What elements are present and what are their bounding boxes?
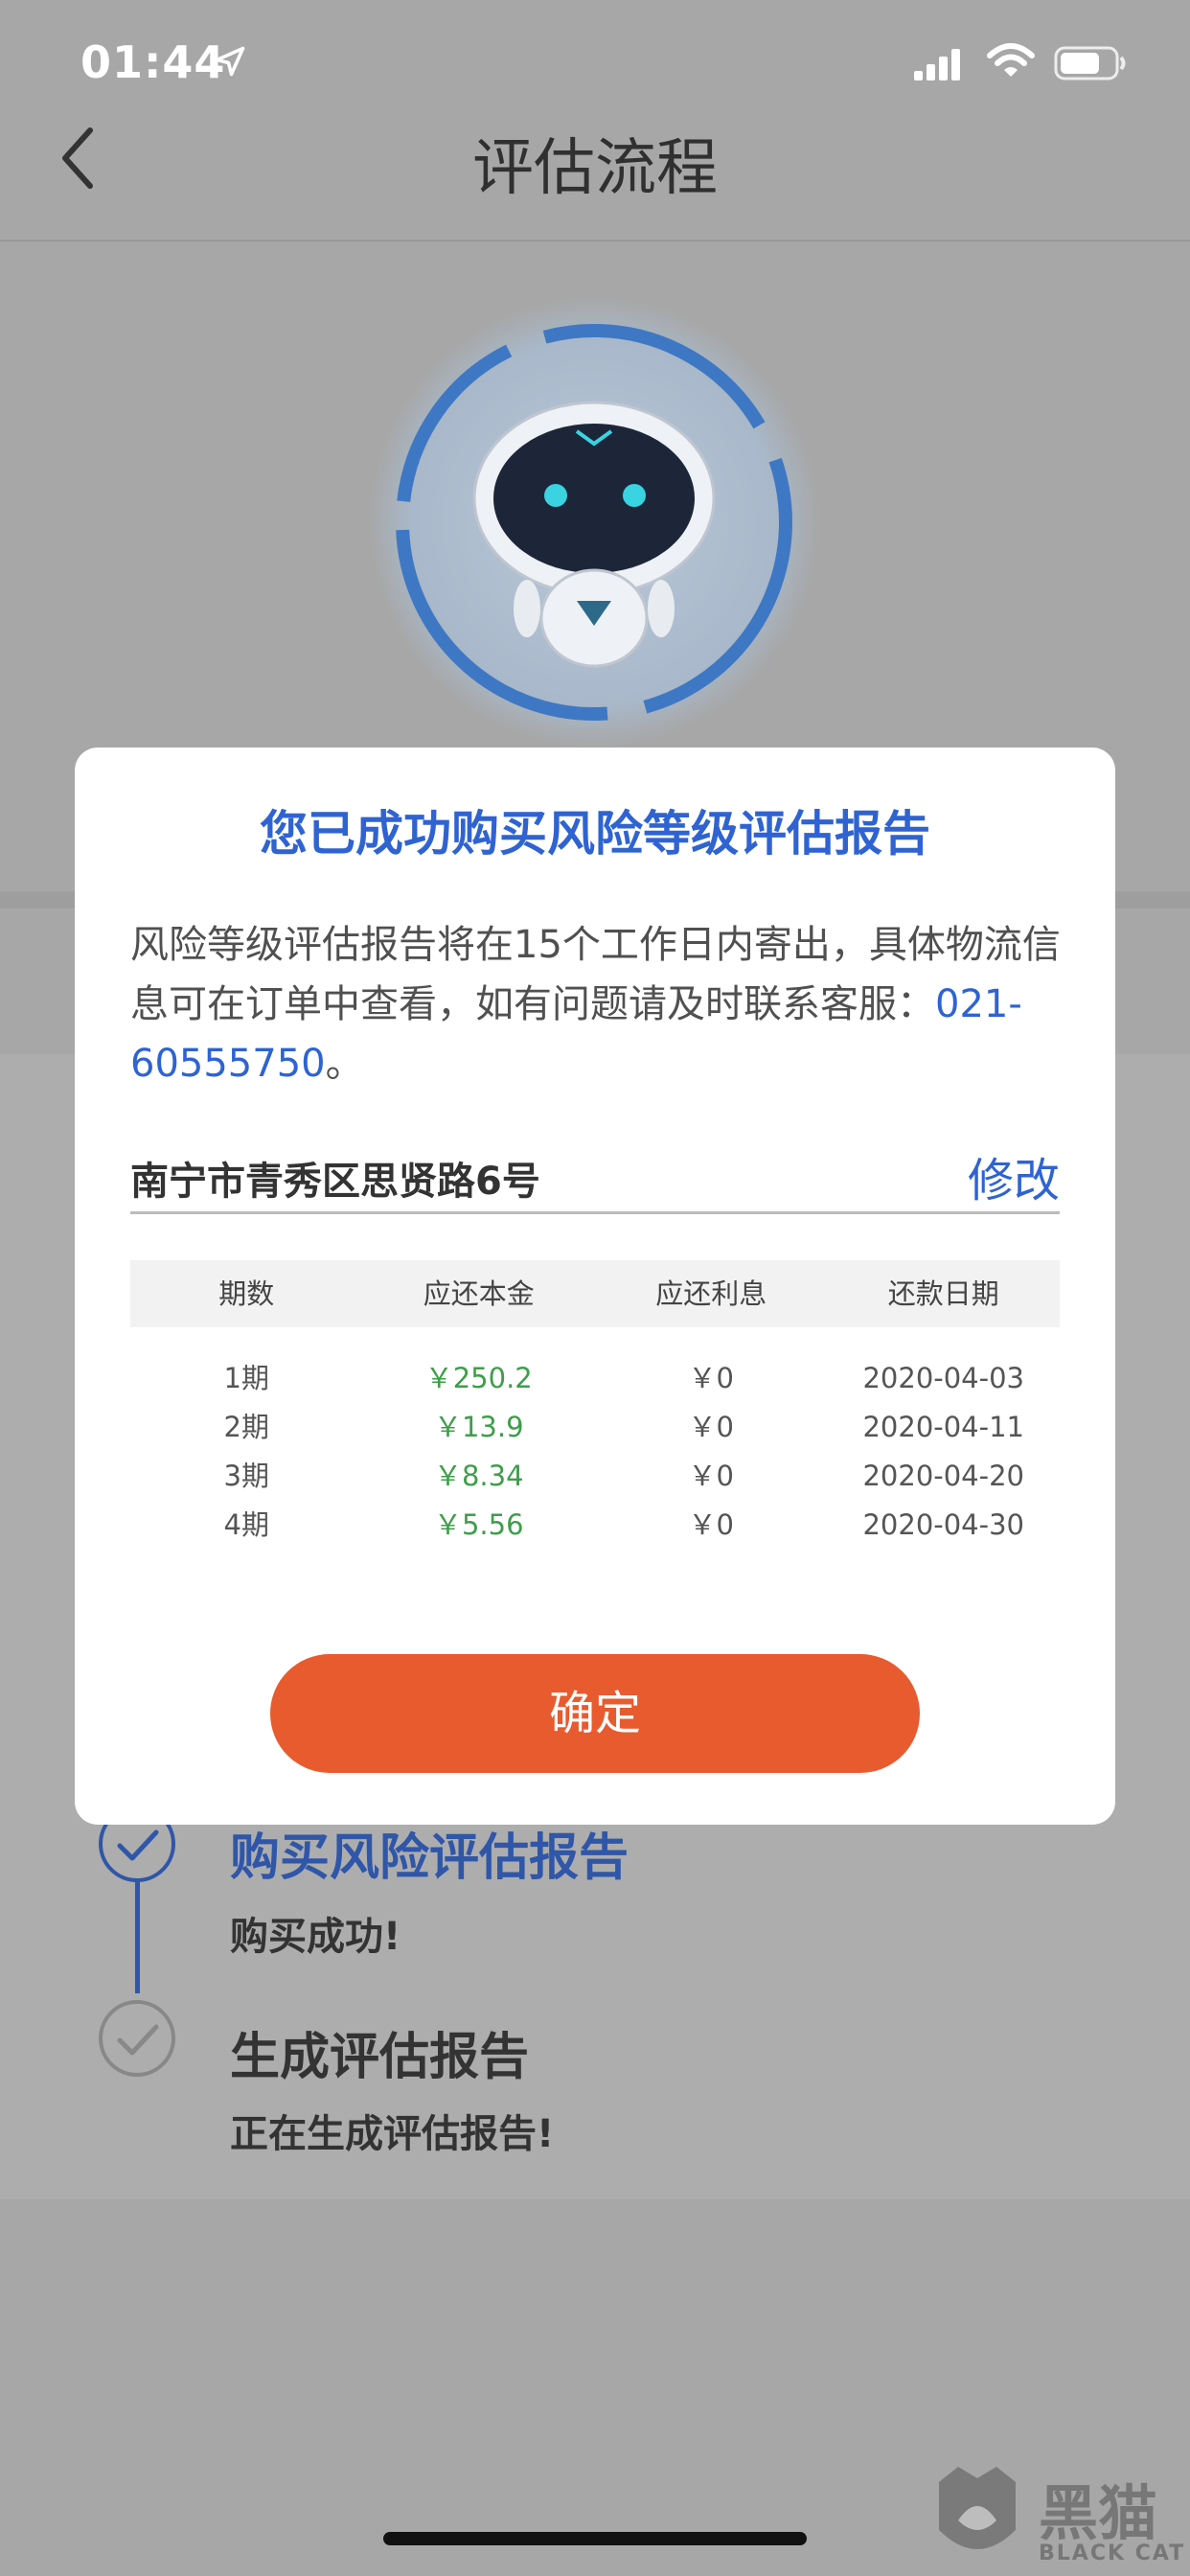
cellular-signal-icon bbox=[914, 49, 960, 80]
table-body: 1期 ￥250.2 ￥0 2020-04-03 2期 ￥13.9 ￥0 2020… bbox=[130, 1327, 1060, 1550]
dialog-title: 您已成功购买风险等级评估报告 bbox=[260, 806, 930, 862]
column-header: 应还本金 bbox=[423, 1277, 535, 1310]
repayment-table: 期数 应还本金 应还利息 还款日期 1期 ￥250.2 ￥0 2020-04-0… bbox=[130, 1260, 1060, 1550]
interest-cell: ￥0 bbox=[688, 1411, 734, 1443]
interest-cell: ￥0 bbox=[688, 1460, 734, 1492]
step-connector bbox=[135, 1878, 140, 1993]
step-pending-check-icon bbox=[99, 2000, 175, 2077]
dialog-message: 风险等级评估报告将在15个工作日内寄出，具体物流信息可在订单中查看，如有问题请及… bbox=[130, 915, 1069, 1093]
dialog-message-text: 风险等级评估报告将在15个工作日内寄出，具体物流信息可在订单中查看，如有问题请及… bbox=[130, 923, 1061, 1026]
table-header: 期数 应还本金 应还利息 还款日期 bbox=[130, 1260, 1060, 1327]
purchase-success-dialog: 您已成功购买风险等级评估报告 风险等级评估报告将在15个工作日内寄出，具体物流信… bbox=[75, 748, 1115, 1825]
black-cat-logo-icon bbox=[939, 2467, 1016, 2549]
table-row: 3期 ￥8.34 ￥0 2020-04-20 bbox=[130, 1452, 1060, 1501]
status-time: 01:44 bbox=[80, 36, 226, 88]
status-bar: 01:44 bbox=[0, 0, 1190, 115]
principal-cell: ￥250.2 bbox=[424, 1362, 533, 1394]
period-cell: 1期 bbox=[223, 1362, 269, 1394]
shipping-address: 南宁市青秀区思贤路6号 bbox=[130, 1160, 540, 1204]
step-title-generate: 生成评估报告 bbox=[230, 2029, 530, 2086]
table-row: 1期 ￥250.2 ￥0 2020-04-03 bbox=[130, 1354, 1060, 1403]
battery-icon bbox=[1054, 46, 1126, 80]
due-date-cell: 2020-04-11 bbox=[862, 1411, 1025, 1443]
address-row: 南宁市青秀区思贤路6号 修改 bbox=[130, 1142, 1060, 1214]
location-arrow-icon bbox=[215, 46, 245, 77]
edit-address-button[interactable]: 修改 bbox=[968, 1142, 1060, 1209]
wifi-icon bbox=[987, 43, 1035, 77]
step-desc-purchase: 购买成功! bbox=[230, 1915, 401, 1959]
home-indicator[interactable] bbox=[383, 2532, 807, 2545]
step-desc-generate: 正在生成评估报告! bbox=[230, 2112, 555, 2156]
interest-cell: ￥0 bbox=[688, 1362, 734, 1394]
column-header: 应还利息 bbox=[655, 1277, 767, 1310]
principal-cell: ￥8.34 bbox=[433, 1460, 524, 1492]
column-header: 期数 bbox=[218, 1277, 275, 1310]
due-date-cell: 2020-04-30 bbox=[862, 1508, 1025, 1541]
due-date-cell: 2020-04-20 bbox=[862, 1460, 1025, 1492]
table-row: 4期 ￥5.56 ￥0 2020-04-30 bbox=[130, 1501, 1060, 1550]
column-header: 还款日期 bbox=[887, 1277, 999, 1310]
watermark-sub: BLACK CAT bbox=[1039, 2542, 1186, 2565]
principal-cell: ￥5.56 bbox=[433, 1508, 524, 1541]
robot-mascot-icon bbox=[369, 297, 819, 748]
confirm-button[interactable]: 确定 bbox=[270, 1654, 920, 1773]
period-cell: 2期 bbox=[223, 1411, 269, 1443]
interest-cell: ￥0 bbox=[688, 1508, 734, 1541]
watermark-text: 黑猫 bbox=[1039, 2478, 1158, 2548]
step-title-purchase: 购买风险评估报告 bbox=[230, 1829, 629, 1887]
table-row: 2期 ￥13.9 ￥0 2020-04-11 bbox=[130, 1403, 1060, 1452]
page-title: 评估流程 bbox=[472, 133, 718, 204]
dialog-message-end: 。 bbox=[325, 1042, 364, 1086]
due-date-cell: 2020-04-03 bbox=[862, 1362, 1025, 1394]
period-cell: 4期 bbox=[223, 1508, 269, 1541]
principal-cell: ￥13.9 bbox=[433, 1411, 524, 1443]
period-cell: 3期 bbox=[223, 1460, 269, 1492]
